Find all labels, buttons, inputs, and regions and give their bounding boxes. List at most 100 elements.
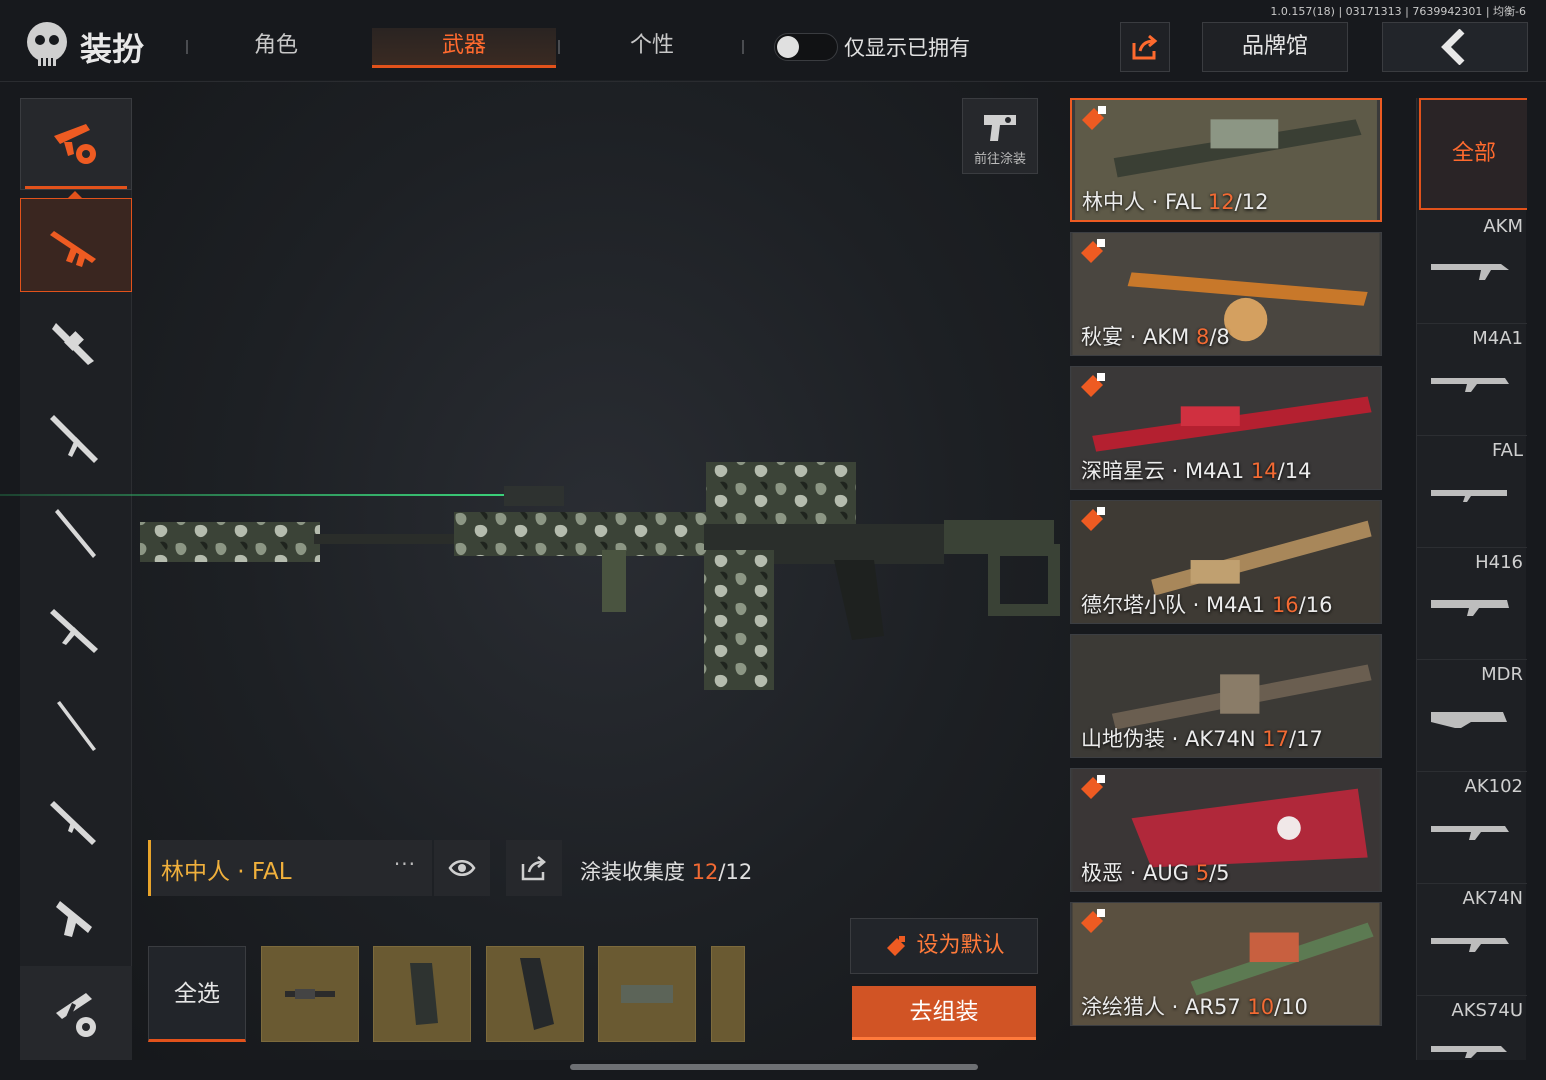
tab-character[interactable]: 角色 <box>196 28 356 68</box>
weapon-filter-list: 全部 AKM M4A1 FAL H416 MDR AK102 AK74N AKS… <box>1416 98 1527 1060</box>
skin-card-label: 山地伪装 · AK74N 17/17 <box>1081 723 1323 753</box>
tab-weapon[interactable]: 武器 <box>372 28 556 68</box>
attachment-slot-muzzle[interactable] <box>261 946 359 1042</box>
aks74u-icon <box>1431 1046 1507 1058</box>
nav-divider <box>558 40 560 54</box>
filter-item-label: AKM <box>1483 216 1523 237</box>
skin-owned-count: 8 <box>1195 325 1210 349</box>
nav-divider <box>742 40 744 54</box>
paint-collection-progress: 涂装收集度 12/12 <box>580 856 752 886</box>
filter-item-label: AKS74U <box>1451 1000 1523 1021</box>
skin-card[interactable]: 秋宴 · AKM 8/8 <box>1070 232 1382 356</box>
skin-card[interactable]: 深暗星云 · M4A1 14/14 <box>1070 366 1382 490</box>
category-sniper[interactable] <box>20 678 132 772</box>
m4a1-icon <box>1431 378 1509 392</box>
h416-icon <box>1431 600 1509 616</box>
category-battle-rifle[interactable] <box>20 774 132 868</box>
skin-total-count: /10 <box>1274 995 1308 1019</box>
skin-owned-count: 12 <box>1207 190 1235 214</box>
brand-hall-button[interactable]: 品牌馆 <box>1202 22 1348 72</box>
category-shotgun[interactable] <box>20 390 132 484</box>
collection-total: /12 <box>718 860 753 884</box>
skin-total-count: /17 <box>1289 727 1323 751</box>
skin-total-count: /16 <box>1298 593 1333 617</box>
set-default-button[interactable]: 设为默认 <box>850 918 1038 974</box>
filter-item-label: MDR <box>1481 664 1523 685</box>
battle-rifle-icon <box>50 801 96 845</box>
skin-owned-count: 16 <box>1271 593 1299 617</box>
category-lmg[interactable] <box>20 582 132 676</box>
category-marksman[interactable] <box>20 486 132 580</box>
goto-paint-label: 前往涂装 <box>973 152 1026 167</box>
paint-spray-icon <box>1081 239 1105 263</box>
skin-card[interactable]: 山地伪装 · AK74N 17/17 <box>1070 634 1382 758</box>
share-icon <box>1132 34 1158 60</box>
weapon-category-icon <box>54 124 96 164</box>
more-options-button[interactable]: ··· <box>394 852 416 876</box>
home-indicator[interactable] <box>570 1064 978 1070</box>
eye-icon <box>448 860 476 876</box>
filter-item-ak74n[interactable]: AK74N <box>1417 884 1527 996</box>
set-default-label: 设为默认 <box>916 933 1005 958</box>
filter-item-h416[interactable]: H416 <box>1417 548 1527 660</box>
paint-spray-icon <box>1081 909 1105 933</box>
version-info: 1.0.157(18) | 03171313 | 7639942301 | 均衡… <box>1270 5 1526 18</box>
collection-label: 涂装收集度 <box>580 860 692 884</box>
back-arrow-icon <box>1441 29 1465 65</box>
share-skin-button[interactable] <box>506 840 562 896</box>
select-all-button[interactable]: 全选 <box>148 946 246 1042</box>
skin-name: 涂绘猎人 · AR57 <box>1081 995 1248 1019</box>
category-smg[interactable] <box>20 294 132 388</box>
back-button[interactable] <box>1382 22 1528 72</box>
smg-icon <box>52 323 94 365</box>
goto-paint-button[interactable]: 前往涂装 <box>962 98 1038 174</box>
skin-total-count: /12 <box>1234 190 1269 214</box>
skin-card[interactable]: 德尔塔小队 · M4A1 16/16 <box>1070 500 1382 624</box>
owned-only-toggle[interactable] <box>774 33 838 61</box>
category-assault-rifle[interactable] <box>20 191 132 292</box>
skin-owned-count: 5 <box>1195 861 1210 885</box>
filter-item-mdr[interactable]: MDR <box>1417 660 1527 772</box>
filter-item-ak102[interactable]: AK102 <box>1417 772 1527 884</box>
share-button[interactable] <box>1120 22 1170 72</box>
filter-item-fal[interactable]: FAL <box>1417 436 1527 548</box>
lmg-icon <box>50 609 98 653</box>
go-assemble-button[interactable]: 去组装 <box>852 986 1036 1040</box>
filter-item-label: AK74N <box>1462 888 1524 909</box>
muzzle-attachment-icon <box>285 989 335 999</box>
skin-card-label: 涂绘猎人 · AR57 10/10 <box>1081 991 1308 1021</box>
skin-name: 山地伪装 · AK74N <box>1081 727 1263 751</box>
skin-total-count: /8 <box>1209 325 1230 349</box>
attachment-slot-stock[interactable] <box>711 946 745 1042</box>
skin-card-label: 德尔塔小队 · M4A1 16/16 <box>1081 589 1332 619</box>
weapon-model-fal <box>140 462 1060 690</box>
mdr-icon <box>1431 712 1507 728</box>
skin-card[interactable]: 极恶 · AUG 5/5 <box>1070 768 1382 892</box>
category-pistol[interactable] <box>20 870 132 964</box>
melee-icon <box>56 993 96 1037</box>
tab-personal[interactable]: 个性 <box>572 28 732 68</box>
skin-card-label: 秋宴 · AKM 8/8 <box>1081 321 1230 351</box>
skin-name: 深暗星云 · M4A1 <box>1081 459 1251 483</box>
attachment-slot-magazine[interactable] <box>373 946 471 1042</box>
skin-card[interactable]: 涂绘猎人 · AR57 10/10 <box>1070 902 1382 1026</box>
attachment-slot-grip[interactable] <box>486 946 584 1042</box>
category-melee[interactable] <box>20 966 132 1060</box>
category-all-weapons[interactable] <box>20 98 132 190</box>
filter-item-m4a1[interactable]: M4A1 <box>1417 324 1527 436</box>
skin-card[interactable]: 林中人 · FAL 12/12 <box>1070 98 1382 222</box>
skin-name: 林中人 · FAL <box>1082 190 1208 214</box>
page-title: 装扮 <box>80 30 145 68</box>
attachment-slot-scope[interactable] <box>598 946 696 1042</box>
nav-divider <box>186 40 188 54</box>
filter-item-akm[interactable]: AKM <box>1417 212 1527 324</box>
toggle-knob <box>777 36 799 58</box>
skin-name: 极恶 · AUG <box>1081 861 1196 885</box>
grip-attachment-icon <box>520 958 554 1030</box>
selected-skin-bar: 林中人 · FAL ··· <box>148 840 432 896</box>
paint-spray-icon <box>887 936 906 956</box>
filter-item-aks74u[interactable]: AKS74U <box>1417 996 1527 1060</box>
skin-card-label: 林中人 · FAL 12/12 <box>1082 186 1268 216</box>
preview-toggle-button[interactable] <box>434 840 490 896</box>
filter-all[interactable]: 全部 <box>1419 98 1527 210</box>
